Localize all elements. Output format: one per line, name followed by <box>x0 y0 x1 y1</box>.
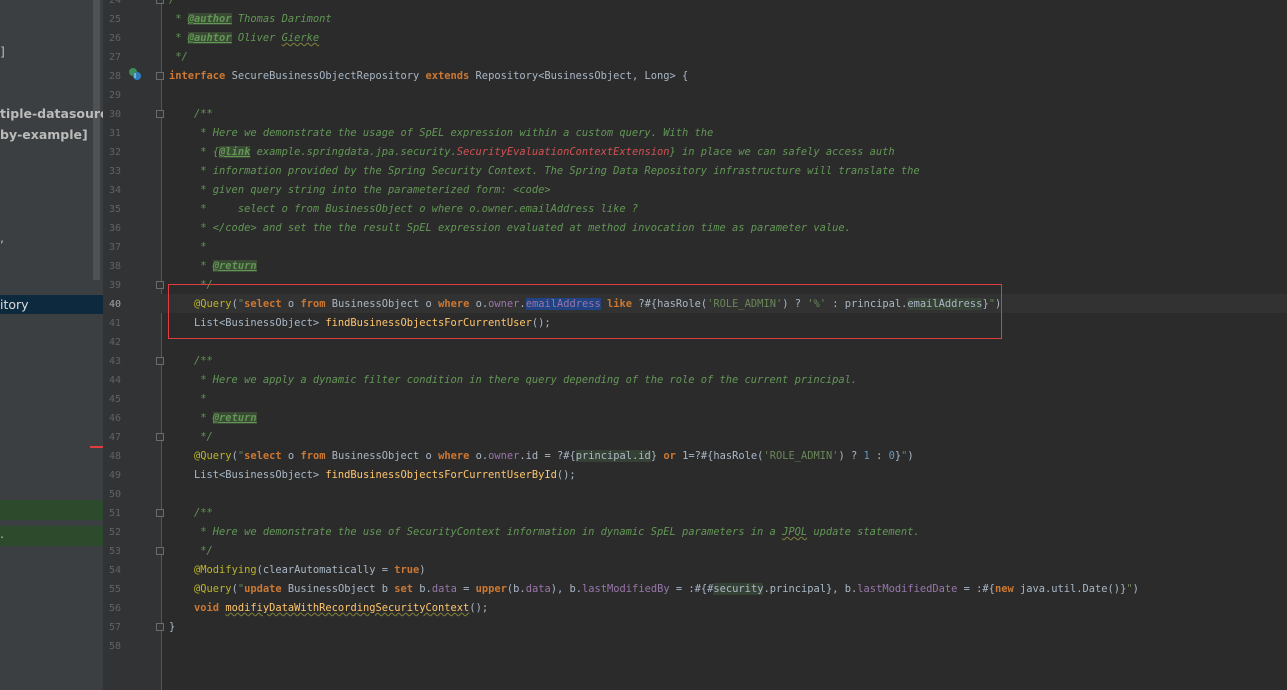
line-number: 48 <box>108 451 121 462</box>
fold-toggle-icon[interactable] <box>156 509 164 517</box>
code-line[interactable]: * Here we demonstrate the use of Securit… <box>169 523 919 542</box>
line-number: 36 <box>108 223 121 234</box>
code-line[interactable]: * given query string into the parameteri… <box>169 181 550 200</box>
code-line[interactable]: /** <box>169 504 213 523</box>
code-line[interactable]: */ <box>169 542 213 561</box>
line-number: 34 <box>108 185 121 196</box>
line-number: 53 <box>108 546 121 557</box>
code-line[interactable]: /** <box>169 352 213 371</box>
line-number: 50 <box>108 489 121 500</box>
svg-text:I: I <box>134 72 136 80</box>
code-line[interactable]: * </code> and set the the result SpEL ex… <box>169 219 851 238</box>
code-line[interactable]: * <box>169 238 206 257</box>
fold-toggle-icon[interactable] <box>156 110 164 118</box>
line-number: 30 <box>108 109 121 120</box>
project-panel[interactable]: ] tiple-datasources by-example], itory. <box>0 0 103 690</box>
code-line[interactable]: List<BusinessObject> findBusinessObjects… <box>169 466 576 485</box>
code-line[interactable]: * @return <box>169 257 257 276</box>
line-number: 32 <box>108 147 121 158</box>
fold-toggle-icon[interactable] <box>156 72 164 80</box>
line-number: 39 <box>108 280 121 291</box>
code-line[interactable]: * select o from BusinessObject o where o… <box>169 200 638 219</box>
line-number: 26 <box>108 33 121 44</box>
line-number: 29 <box>108 90 121 101</box>
line-number: 38 <box>108 261 121 272</box>
code-line[interactable]: @Modifying(clearAutomatically = true) <box>169 561 426 580</box>
code-line[interactable]: * Here we apply a dynamic filter conditi… <box>169 371 857 390</box>
code-line[interactable]: * information provided by the Spring Sec… <box>169 162 919 181</box>
line-number: 49 <box>108 470 121 481</box>
project-tree-item[interactable]: itory <box>0 295 103 314</box>
gutter-divider <box>161 0 162 690</box>
line-number: 24 <box>108 0 121 6</box>
line-number: 35 <box>108 204 121 215</box>
project-tree-item[interactable]: by-example] <box>0 127 88 142</box>
fold-toggle-icon[interactable] <box>156 623 164 631</box>
line-number: 40 <box>108 299 121 310</box>
code-line[interactable]: void modifiyDataWithRecordingSecurityCon… <box>169 599 488 618</box>
code-line[interactable]: * @auhtor Oliver Gierke <box>169 29 319 48</box>
line-number: 55 <box>108 584 121 595</box>
line-number: 27 <box>108 52 121 63</box>
project-tree-item[interactable]: ] <box>0 44 5 59</box>
fold-toggle-icon[interactable] <box>156 281 164 289</box>
code-line[interactable]: interface SecureBusinessObjectRepository… <box>169 67 688 86</box>
code-line[interactable]: * {@link example.springdata.jpa.security… <box>169 143 895 162</box>
highlight-annotation-box <box>168 284 1002 339</box>
line-number: 47 <box>108 432 121 443</box>
fold-toggle-icon[interactable] <box>156 433 164 441</box>
line-number: 58 <box>108 641 121 652</box>
code-line[interactable]: * Here we demonstrate the usage of SpEL … <box>169 124 713 143</box>
fold-toggle-icon[interactable] <box>156 0 164 4</box>
line-number: 44 <box>108 375 121 386</box>
line-number: 57 <box>108 622 121 633</box>
line-number: 28 <box>108 71 121 82</box>
line-number: 31 <box>108 128 121 139</box>
code-line[interactable]: @Query("select o from BusinessObject o w… <box>169 447 914 466</box>
project-tree-item[interactable]: , <box>0 230 4 245</box>
fold-toggle-icon[interactable] <box>156 357 164 365</box>
line-number: 25 <box>108 14 121 25</box>
code-line[interactable]: * @author Thomas Darimont <box>169 10 332 29</box>
project-tree-item[interactable]: . <box>0 526 103 546</box>
code-line[interactable]: /** <box>169 105 213 124</box>
error-marker <box>90 446 103 448</box>
code-line[interactable]: * @return <box>169 409 257 428</box>
project-tree-item[interactable]: tiple-datasources <box>0 106 103 121</box>
line-number: 37 <box>108 242 121 253</box>
line-number: 56 <box>108 603 121 614</box>
line-number: 51 <box>108 508 121 519</box>
code-line[interactable]: /** <box>169 0 188 10</box>
line-number: 52 <box>108 527 121 538</box>
line-number: 41 <box>108 318 121 329</box>
line-number: 54 <box>108 565 121 576</box>
line-number: 42 <box>108 337 121 348</box>
code-line[interactable]: @Query("update BusinessObject b set b.da… <box>169 580 1139 599</box>
line-number: 45 <box>108 394 121 405</box>
line-number: 46 <box>108 413 121 424</box>
implementation-marker-icon[interactable]: I <box>128 67 142 81</box>
code-line[interactable]: * <box>169 390 206 409</box>
project-tree-item[interactable] <box>0 500 103 520</box>
line-number: 33 <box>108 166 121 177</box>
code-line[interactable]: */ <box>169 428 213 447</box>
project-scrollbar[interactable] <box>93 0 100 280</box>
line-number: 43 <box>108 356 121 367</box>
fold-toggle-icon[interactable] <box>156 547 164 555</box>
code-line[interactable]: } <box>169 618 175 637</box>
code-line[interactable]: */ <box>169 48 188 67</box>
